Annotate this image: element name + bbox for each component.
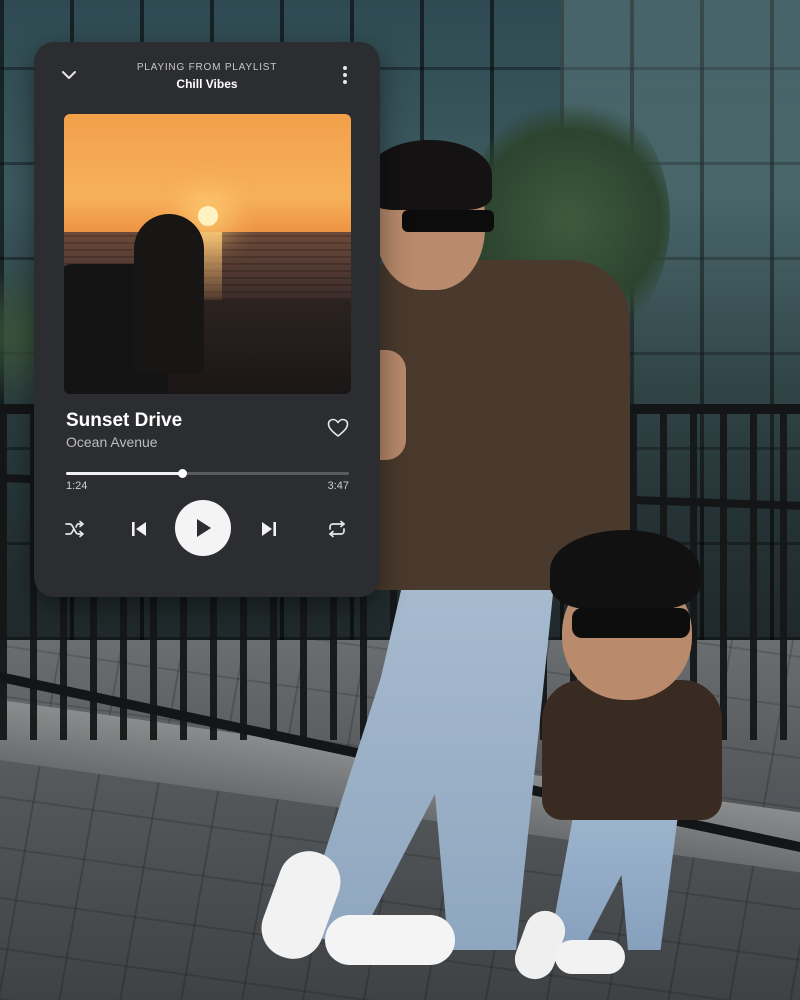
kid-hair [550,530,700,610]
music-player-card: PLAYING FROM PLAYLIST Chill Vibes Sunset… [34,42,380,597]
album-artwork [64,114,351,394]
progress-fill [66,472,183,475]
time-elapsed: 1:24 [66,480,88,492]
shuffle-icon [65,520,84,538]
kid-shirt [542,680,722,820]
heart-icon [327,418,349,437]
repeat-icon [329,520,345,538]
context-label: PLAYING FROM PLAYLIST [136,62,278,73]
player-header: PLAYING FROM PLAYLIST Chill Vibes [34,42,380,102]
skip-previous-icon [132,522,146,536]
playback-controls [34,500,380,560]
track-title[interactable]: Sunset Drive [66,410,182,432]
collapse-button[interactable] [56,62,82,88]
more-options-button[interactable] [332,62,358,88]
previous-button[interactable] [126,516,152,542]
time-total: 3:47 [327,480,349,492]
more-vertical-icon [343,66,347,84]
man-hair [368,140,492,210]
progress-handle[interactable] [178,469,188,478]
track-artist[interactable]: Ocean Avenue [66,434,158,450]
next-button[interactable] [256,516,282,542]
artwork-person [134,214,204,374]
man-shoe-right [325,915,455,965]
progress-bar[interactable] [66,467,349,481]
kid-jeans [550,800,680,950]
kid-figure [509,530,730,985]
shuffle-button[interactable] [62,516,88,542]
play-button[interactable] [175,500,231,556]
like-button[interactable] [326,416,350,440]
artwork-sun [198,206,218,226]
chevron-down-icon [62,71,76,79]
repeat-button[interactable] [324,516,350,542]
play-icon [197,519,211,537]
skip-next-icon [262,522,276,536]
kid-sunglasses [572,608,690,638]
kid-shoe-right [555,940,625,974]
man-sunglasses [402,210,494,232]
playing-context: PLAYING FROM PLAYLIST Chill Vibes [104,62,310,91]
playlist-name[interactable]: Chill Vibes [104,77,310,91]
